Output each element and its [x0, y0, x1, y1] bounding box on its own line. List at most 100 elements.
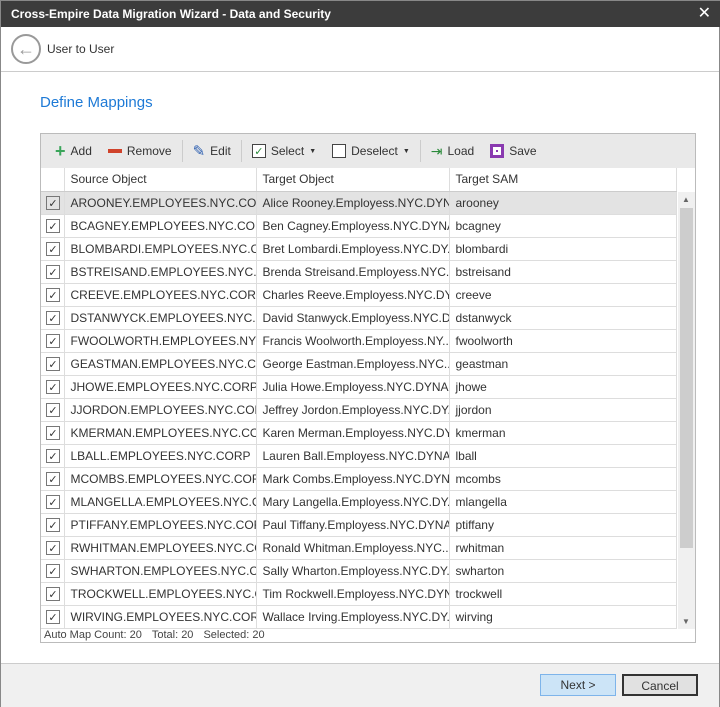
table-row[interactable]: ✓ BSTREISAND.EMPLOYEES.NYC.CORPBrenda Str… [41, 260, 677, 284]
target-sam-cell[interactable]: creeve [449, 283, 677, 307]
next-button[interactable]: Next > [540, 674, 616, 696]
row-checkbox[interactable]: ✓ [46, 472, 60, 487]
target-object-cell[interactable]: Brenda Streisand.Employess.NYC.... [256, 260, 450, 284]
source-object-cell[interactable]: WIRVING.EMPLOYEES.NYC.CORP [64, 605, 257, 629]
table-row[interactable]: ✓ MLANGELLA.EMPLOYEES.NYC.CORPMary Langel… [41, 490, 677, 514]
target-sam-cell[interactable]: bcagney [449, 214, 677, 238]
row-checkbox-cell[interactable]: ✓ [41, 237, 65, 261]
target-sam-cell[interactable]: geastman [449, 352, 677, 376]
row-checkbox-cell[interactable]: ✓ [41, 191, 65, 215]
target-sam-cell[interactable]: mlangella [449, 490, 677, 514]
row-checkbox[interactable]: ✓ [46, 449, 60, 464]
table-row[interactable]: ✓ LBALL.EMPLOYEES.NYC.CORP Lauren Ball.Emp… [41, 444, 677, 468]
row-checkbox[interactable]: ✓ [46, 196, 60, 210]
target-object-cell[interactable]: Paul Tiffany.Employess.NYC.DYNA... [256, 513, 450, 537]
source-object-cell[interactable]: LBALL.EMPLOYEES.NYC.CORP [64, 444, 257, 468]
row-checkbox[interactable]: ✓ [46, 426, 60, 441]
table-row[interactable]: ✓ JJORDON.EMPLOYEES.NYC.CORP Jeffrey Jordo… [41, 398, 677, 422]
table-row[interactable]: ✓ KMERMAN.EMPLOYEES.NYC.CORP Karen Merman.… [41, 421, 677, 445]
save-button[interactable]: Save [482, 139, 544, 163]
row-checkbox-cell[interactable]: ✓ [41, 490, 65, 514]
row-checkbox-cell[interactable]: ✓ [41, 513, 65, 537]
target-object-cell[interactable]: Charles Reeve.Employess.NYC.DY... [256, 283, 450, 307]
target-object-cell[interactable]: Wallace Irving.Employess.NYC.DY... [256, 605, 450, 629]
load-button[interactable]: ⇥ Load [423, 139, 482, 163]
row-checkbox[interactable]: ✓ [46, 403, 60, 418]
target-object-cell[interactable]: Alice Rooney.Employess.NYC.DYN... [256, 191, 450, 215]
row-checkbox[interactable]: ✓ [46, 587, 60, 602]
table-row[interactable]: ✓ MCOMBS.EMPLOYEES.NYC.CORP Mark Combs.Emp… [41, 467, 677, 491]
column-header[interactable]: Source Object [64, 168, 257, 192]
target-sam-cell[interactable]: jjordon [449, 398, 677, 422]
deselect-button[interactable]: Deselect ▼ [324, 139, 418, 163]
target-sam-cell[interactable]: jhowe [449, 375, 677, 399]
target-sam-cell[interactable]: blombardi [449, 237, 677, 261]
table-row[interactable]: ✓ DSTANWYCK.EMPLOYEES.NYC.CORPDavid Stanw… [41, 306, 677, 330]
table-row[interactable]: ✓ JHOWE.EMPLOYEES.NYC.CORP Julia Howe.Empl… [41, 375, 677, 399]
table-row[interactable]: ✓ CREEVE.EMPLOYEES.NYC.CORP Charles Reeve.… [41, 283, 677, 307]
table-row[interactable]: ✓ WIRVING.EMPLOYEES.NYC.CORP Wallace Irvin… [41, 605, 677, 629]
target-object-cell[interactable]: Tim Rockwell.Employess.NYC.DYN... [256, 582, 450, 606]
target-object-cell[interactable]: Sally Wharton.Employess.NYC.DY... [256, 559, 450, 583]
source-object-cell[interactable]: BCAGNEY.EMPLOYEES.NYC.CORP [64, 214, 257, 238]
row-checkbox-cell[interactable]: ✓ [41, 214, 65, 238]
source-object-cell[interactable]: GEASTMAN.EMPLOYEES.NYC.CORP [64, 352, 257, 376]
add-button[interactable]: + Add [47, 139, 100, 163]
row-checkbox[interactable]: ✓ [46, 219, 60, 234]
target-object-cell[interactable]: Lauren Ball.Employess.NYC.DYNA... [256, 444, 450, 468]
row-checkbox-cell[interactable]: ✓ [41, 582, 65, 606]
source-object-cell[interactable]: JHOWE.EMPLOYEES.NYC.CORP [64, 375, 257, 399]
source-object-cell[interactable]: DSTANWYCK.EMPLOYEES.NYC.CORP [64, 306, 257, 330]
select-column-header[interactable] [41, 168, 65, 192]
row-checkbox-cell[interactable]: ✓ [41, 260, 65, 284]
target-object-cell[interactable]: David Stanwyck.Employess.NYC.D... [256, 306, 450, 330]
source-object-cell[interactable]: RWHITMAN.EMPLOYEES.NYC.CORP [64, 536, 257, 560]
row-checkbox[interactable]: ✓ [46, 518, 60, 533]
target-sam-cell[interactable]: ptiffany [449, 513, 677, 537]
row-checkbox[interactable]: ✓ [46, 334, 60, 349]
target-sam-cell[interactable]: wirving [449, 605, 677, 629]
target-object-cell[interactable]: Mary Langella.Employess.NYC.DY... [256, 490, 450, 514]
row-checkbox-cell[interactable]: ✓ [41, 398, 65, 422]
target-sam-cell[interactable]: rwhitman [449, 536, 677, 560]
target-sam-cell[interactable]: trockwell [449, 582, 677, 606]
edit-button[interactable]: ✎ Edit [185, 139, 239, 163]
row-checkbox[interactable]: ✓ [46, 242, 60, 257]
row-checkbox[interactable]: ✓ [46, 311, 60, 326]
source-object-cell[interactable]: PTIFFANY.EMPLOYEES.NYC.CORP [64, 513, 257, 537]
row-checkbox-cell[interactable]: ✓ [41, 536, 65, 560]
table-row[interactable]: ✓ TROCKWELL.EMPLOYEES.NYC.CORPTim Rockwel… [41, 582, 677, 606]
target-sam-cell[interactable]: lball [449, 444, 677, 468]
source-object-cell[interactable]: MLANGELLA.EMPLOYEES.NYC.CORP [64, 490, 257, 514]
target-object-cell[interactable]: Mark Combs.Employess.NYC.DYN... [256, 467, 450, 491]
table-row[interactable]: ✓ BCAGNEY.EMPLOYEES.NYC.CORP Ben Cagney.Em… [41, 214, 677, 238]
row-checkbox-cell[interactable]: ✓ [41, 444, 65, 468]
column-header[interactable]: Target Object [256, 168, 450, 192]
table-row[interactable]: ✓ SWHARTON.EMPLOYEES.NYC.CORPSally Wharto… [41, 559, 677, 583]
row-checkbox[interactable]: ✓ [46, 541, 60, 556]
scroll-down-icon[interactable]: ▼ [682, 617, 690, 626]
vertical-scrollbar[interactable]: ▲ ▼ [678, 191, 695, 629]
row-checkbox-cell[interactable]: ✓ [41, 559, 65, 583]
source-object-cell[interactable]: AROONEY.EMPLOYEES.NYC.CORP [64, 191, 257, 215]
row-checkbox-cell[interactable]: ✓ [41, 605, 65, 629]
source-object-cell[interactable]: BSTREISAND.EMPLOYEES.NYC.CORP [64, 260, 257, 284]
target-sam-cell[interactable]: swharton [449, 559, 677, 583]
table-row[interactable]: ✓ GEASTMAN.EMPLOYEES.NYC.CORPGeorge Eastm… [41, 352, 677, 376]
table-row[interactable]: ✓ BLOMBARDI.EMPLOYEES.NYC.CORPBret Lombar… [41, 237, 677, 261]
table-row[interactable]: ✓ FWOOLWORTH.EMPLOYEES.NYC....Francis Woo… [41, 329, 677, 353]
scroll-up-icon[interactable]: ▲ [682, 195, 690, 204]
row-checkbox[interactable]: ✓ [46, 610, 60, 625]
target-object-cell[interactable]: Ben Cagney.Employess.NYC.DYNA... [256, 214, 450, 238]
row-checkbox[interactable]: ✓ [46, 357, 60, 372]
back-arrow-icon[interactable]: ← [11, 34, 41, 64]
row-checkbox[interactable]: ✓ [46, 380, 60, 395]
source-object-cell[interactable]: SWHARTON.EMPLOYEES.NYC.CORP [64, 559, 257, 583]
row-checkbox[interactable]: ✓ [46, 564, 60, 579]
target-sam-cell[interactable]: arooney [449, 191, 677, 215]
scroll-thumb[interactable] [680, 207, 693, 548]
target-sam-cell[interactable]: dstanwyck [449, 306, 677, 330]
row-checkbox-cell[interactable]: ✓ [41, 421, 65, 445]
row-checkbox[interactable]: ✓ [46, 265, 60, 280]
target-sam-cell[interactable]: kmerman [449, 421, 677, 445]
